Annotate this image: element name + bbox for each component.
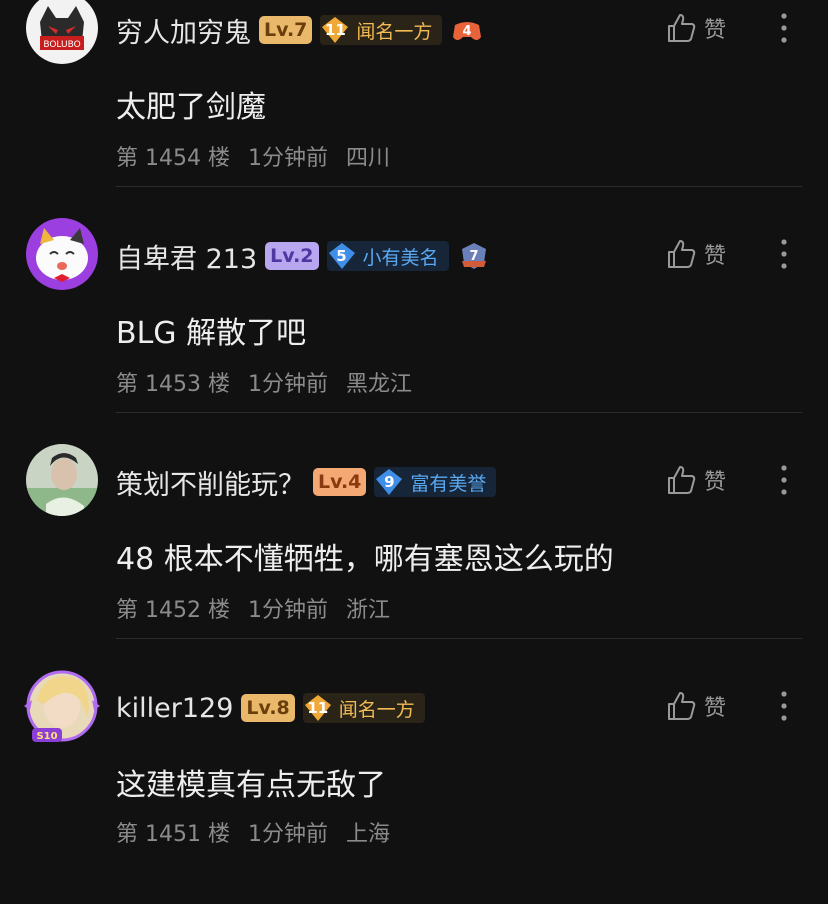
diamond-icon: 11 — [303, 693, 333, 723]
username[interactable]: 自卑君 213 — [116, 237, 257, 276]
more-options-icon[interactable] — [772, 688, 796, 724]
post-time: 1分钟前 — [247, 372, 328, 397]
username[interactable]: 策划不削能玩？ — [116, 463, 305, 502]
divider — [116, 186, 802, 187]
post-time: 1分钟前 — [247, 598, 328, 623]
floor-number: 第 1454 楼 — [116, 146, 230, 171]
fame-title: 闻名一方 — [338, 698, 415, 721]
location: 四川 — [345, 146, 390, 171]
comment-meta: 第 1453 楼 1分钟前 黑龙江 — [116, 366, 412, 398]
username[interactable]: 穷人加穷鬼 — [116, 11, 251, 50]
fame-badge: 11 闻名一方 — [302, 693, 425, 723]
comment-meta: 第 1452 楼 1分钟前 浙江 — [116, 592, 390, 624]
comment-item: BOLUBO 穷人加穷鬼 Lv.7 11 闻名一方 4 赞 太肥了剑魔 第 14… — [0, 0, 828, 226]
fame-badge: 9 富有美誉 — [374, 467, 497, 497]
location: 黑龙江 — [345, 372, 412, 397]
like-button[interactable]: 赞 — [666, 12, 726, 44]
comment-meta: 第 1451 楼 1分钟前 上海 — [116, 816, 390, 848]
floor-number: 第 1452 楼 — [116, 598, 230, 623]
avatar-image: BOLUBO — [26, 0, 98, 64]
level-badge: Lv.2 — [265, 242, 319, 270]
like-button[interactable]: 赞 — [666, 690, 726, 722]
diamond-icon: 5 — [327, 241, 357, 271]
fame-badge: 5 小有美名 — [326, 241, 449, 271]
svg-text:4: 4 — [463, 24, 472, 39]
post-time: 1分钟前 — [247, 822, 328, 847]
fame-title: 小有美名 — [362, 246, 439, 269]
fame-title: 富有美誉 — [410, 472, 487, 495]
comment-item: 策划不削能玩？ Lv.4 9 富有美誉 赞 48 根本不懂牺牲，哪有塞恩这么玩的… — [0, 444, 828, 678]
diamond-icon: 9 — [374, 467, 404, 497]
like-label: 赞 — [704, 470, 727, 495]
more-options-icon[interactable] — [772, 10, 796, 46]
svg-text:BOLUBO: BOLUBO — [43, 40, 80, 50]
user-avatar[interactable] — [26, 444, 98, 516]
divider — [116, 412, 802, 413]
level-badge: Lv.8 — [241, 694, 295, 722]
comment-text: 太肥了剑魔 — [116, 90, 266, 125]
like-label: 赞 — [704, 244, 727, 269]
like-button[interactable]: 赞 — [666, 464, 726, 496]
divider — [116, 638, 802, 639]
thumbs-up-icon — [668, 466, 696, 494]
svg-text:7: 7 — [469, 249, 478, 264]
gamepad-badge-icon: 4 — [450, 15, 484, 45]
comment-item: S10 killer129 Lv.8 11 闻名一方 赞 这建模真有点无敌了 第… — [0, 670, 828, 904]
comment-text: BLG 解散了吧 — [116, 316, 307, 351]
more-options-icon[interactable] — [772, 236, 796, 272]
avatar-image — [26, 218, 98, 290]
avatar-image — [26, 444, 98, 516]
comment-meta: 第 1454 楼 1分钟前 四川 — [116, 140, 390, 172]
level-badge: Lv.4 — [313, 468, 367, 496]
svg-text:S10: S10 — [36, 731, 57, 742]
username[interactable]: killer129 — [116, 693, 233, 724]
fame-badge: 11 闻名一方 — [320, 15, 443, 45]
thumbs-up-icon — [668, 240, 696, 268]
level-badge: Lv.7 — [259, 16, 313, 44]
comment-text: 这建模真有点无敌了 — [116, 768, 386, 803]
more-options-icon[interactable] — [772, 462, 796, 498]
shield-badge-icon: 7 — [457, 241, 491, 271]
thumbs-up-icon — [668, 692, 696, 720]
like-label: 赞 — [704, 696, 727, 721]
user-avatar[interactable]: S10 — [24, 670, 100, 742]
avatar-image: S10 — [24, 670, 100, 742]
comment-item: 自卑君 213 Lv.2 5 小有美名 7 赞 BLG 解散了吧 第 1453 … — [0, 218, 828, 452]
floor-number: 第 1453 楼 — [116, 372, 230, 397]
location: 浙江 — [345, 598, 390, 623]
thumbs-up-icon — [668, 14, 696, 42]
fame-title: 闻名一方 — [356, 20, 433, 43]
like-label: 赞 — [704, 18, 727, 43]
like-button[interactable]: 赞 — [666, 238, 726, 270]
post-time: 1分钟前 — [247, 146, 328, 171]
comment-text: 48 根本不懂牺牲，哪有塞恩这么玩的 — [116, 542, 614, 577]
user-avatar[interactable] — [26, 218, 98, 290]
diamond-icon: 11 — [320, 15, 350, 45]
location: 上海 — [345, 822, 390, 847]
user-avatar[interactable]: BOLUBO — [26, 0, 98, 64]
floor-number: 第 1451 楼 — [116, 822, 230, 847]
